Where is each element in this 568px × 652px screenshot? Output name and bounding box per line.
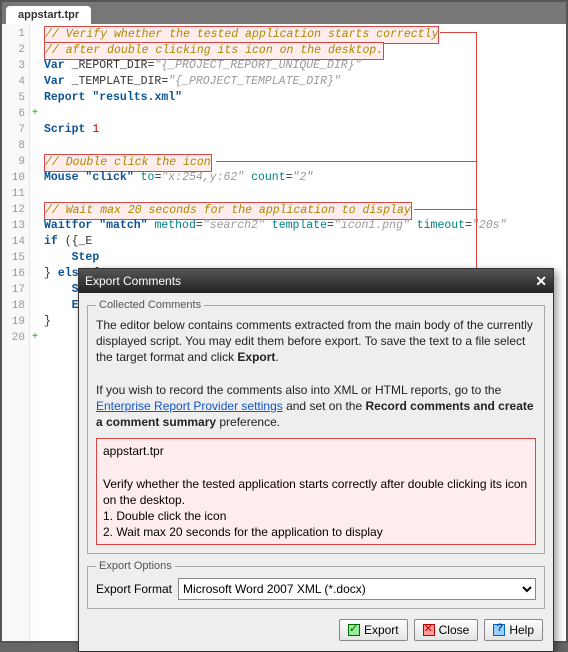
- line-number: 4: [2, 74, 29, 90]
- export-format-label: Export Format: [96, 582, 172, 596]
- line-number: 1: [2, 26, 29, 42]
- check-icon: [348, 624, 360, 636]
- line-number: 20: [2, 330, 29, 346]
- collected-comments-legend: Collected Comments: [96, 299, 204, 311]
- comments-line: 2. Wait max 20 seconds for the applicati…: [103, 524, 529, 540]
- comments-line: 1. Double click the icon: [103, 508, 529, 524]
- line-number-gutter: 1 2 3 4 5 6 7 8 9 10 11 12 13 14 15 16 1…: [2, 24, 30, 641]
- dialog-titlebar[interactable]: Export Comments ✕: [79, 269, 553, 293]
- line-number: 3: [2, 58, 29, 74]
- help-button[interactable]: Help: [484, 619, 543, 641]
- fold-marker-icon[interactable]: +: [30, 330, 40, 346]
- line-number: 19: [2, 314, 29, 330]
- connector-line: [440, 32, 476, 33]
- close-icon[interactable]: ✕: [535, 273, 547, 290]
- fold-column: + +: [30, 24, 40, 641]
- enterprise-report-link[interactable]: Enterprise Report Provider settings: [96, 399, 283, 413]
- collected-comments-group: Collected Comments The editor below cont…: [87, 299, 545, 554]
- line-number: 13: [2, 218, 29, 234]
- export-options-legend: Export Options: [96, 560, 175, 572]
- help-icon: [493, 624, 505, 636]
- line-number: 5: [2, 90, 29, 106]
- line-number: 6: [2, 106, 29, 122]
- line-number: 2: [2, 42, 29, 58]
- intro-text: The editor below contains comments extra…: [96, 317, 536, 430]
- line-number: 15: [2, 250, 29, 266]
- line-number: 11: [2, 186, 29, 202]
- comments-title: appstart.tpr: [103, 443, 529, 459]
- comments-editor[interactable]: appstart.tpr Verify whether the tested a…: [96, 438, 536, 545]
- close-button[interactable]: Close: [414, 619, 479, 641]
- line-number: 8: [2, 138, 29, 154]
- dialog-title: Export Comments: [85, 274, 181, 288]
- line-number: 17: [2, 282, 29, 298]
- export-format-select[interactable]: Microsoft Word 2007 XML (*.docx): [178, 578, 536, 600]
- line-number: 10: [2, 170, 29, 186]
- line-number: 12: [2, 202, 29, 218]
- line-number: 7: [2, 122, 29, 138]
- comments-line: Verify whether the tested application st…: [103, 476, 529, 508]
- line-number: 18: [2, 298, 29, 314]
- export-button[interactable]: Export: [339, 619, 408, 641]
- export-options-group: Export Options Export Format Microsoft W…: [87, 560, 545, 609]
- connector-line: [216, 161, 476, 162]
- dialog-button-row: Export Close Help: [87, 615, 545, 643]
- fold-marker-icon[interactable]: +: [30, 106, 40, 122]
- close-icon: [423, 624, 435, 636]
- connector-line: [414, 209, 476, 210]
- editor-tab[interactable]: appstart.tpr: [6, 6, 91, 24]
- line-number: 14: [2, 234, 29, 250]
- export-comments-dialog: Export Comments ✕ Collected Comments The…: [78, 268, 554, 652]
- tab-bar: appstart.tpr: [2, 2, 566, 24]
- line-number: 16: [2, 266, 29, 282]
- line-number: 9: [2, 154, 29, 170]
